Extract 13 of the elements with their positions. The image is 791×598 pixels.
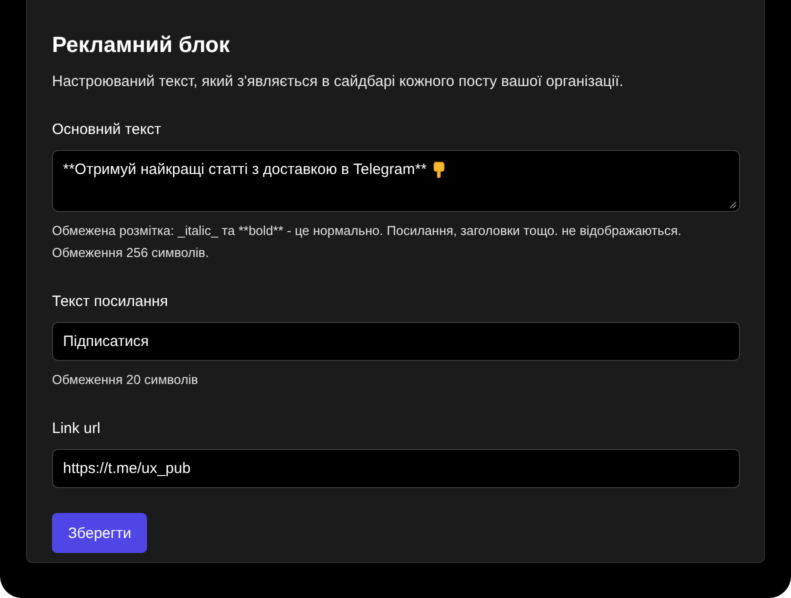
text-area[interactable]: **Отримуй найкращі статті з доставкою в Telegram** (52, 150, 740, 212)
section-description: Настроюваний текст, який з'являється в сайдбарі кожного посту вашої організації. (52, 72, 624, 92)
save-button[interactable]: Зберегти (52, 513, 148, 553)
input-field[interactable]: https://t.me/ux_pub (52, 449, 740, 488)
field-hint: Обмеження 20 символів (52, 371, 200, 389)
field-hint: Обмежена розмітка: _italic_ та **bold** - це нормально. Посилання, заголовки тощо. не відображаються. Обмеження 256 символів. (52, 222, 682, 262)
field-label: Текст посилання (52, 292, 170, 312)
field-label: Link url (52, 419, 102, 439)
input-field[interactable]: Підписатися (52, 322, 740, 361)
hand-pointing-down-icon (432, 161, 446, 178)
section-title: Рекламний блок (52, 31, 231, 59)
field-label: Основний текст (52, 120, 162, 140)
resize-grip-icon[interactable] (729, 201, 737, 209)
